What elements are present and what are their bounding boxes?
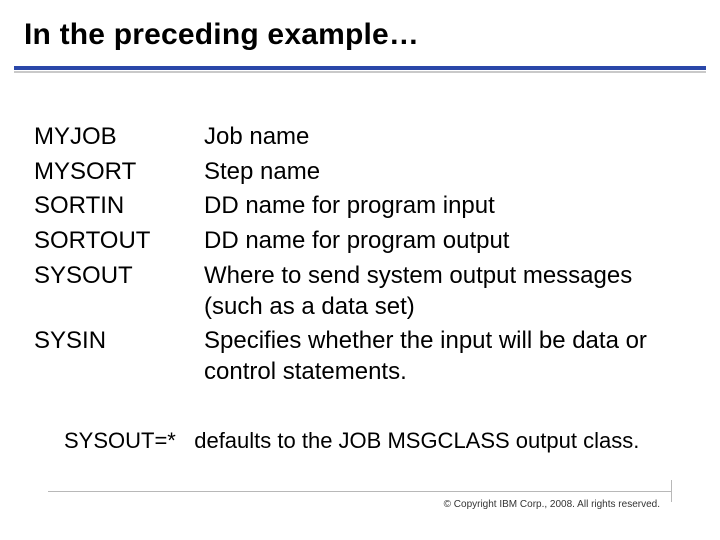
term: SYSOUT (34, 261, 194, 324)
desc: DD name for program input (196, 191, 678, 224)
desc: Where to send system output messages (su… (196, 261, 678, 324)
table-row: SORTOUT DD name for program output (34, 226, 678, 259)
slide: In the preceding example… MYJOB Job name… (0, 0, 720, 540)
title-rule (14, 66, 706, 73)
term: MYJOB (34, 122, 194, 155)
term: MYSORT (34, 157, 194, 190)
footnote-right: defaults to the JOB MSGCLASS output clas… (194, 428, 639, 453)
desc: Job name (196, 122, 678, 155)
copyright: © Copyright IBM Corp., 2008. All rights … (444, 499, 660, 510)
definitions-table: MYJOB Job name MYSORT Step name SORTIN D… (32, 120, 680, 392)
table-row: SORTIN DD name for program input (34, 191, 678, 224)
footer-rule (48, 491, 672, 492)
footnote-left: SYSOUT=* (64, 428, 176, 453)
footer-tick (671, 480, 672, 502)
rule-grey (14, 71, 706, 73)
table-row: SYSIN Specifies whether the input will b… (34, 326, 678, 389)
desc: Specifies whether the input will be data… (196, 326, 678, 389)
term: SORTOUT (34, 226, 194, 259)
table-row: SYSOUT Where to send system output messa… (34, 261, 678, 324)
footnote: SYSOUT=* defaults to the JOB MSGCLASS ou… (32, 428, 680, 454)
slide-title: In the preceding example… (0, 0, 720, 52)
rule-blue (14, 66, 706, 70)
desc: DD name for program output (196, 226, 678, 259)
slide-body: MYJOB Job name MYSORT Step name SORTIN D… (32, 120, 680, 454)
table-row: MYJOB Job name (34, 122, 678, 155)
term: SORTIN (34, 191, 194, 224)
term: SYSIN (34, 326, 194, 389)
table-row: MYSORT Step name (34, 157, 678, 190)
desc: Step name (196, 157, 678, 190)
